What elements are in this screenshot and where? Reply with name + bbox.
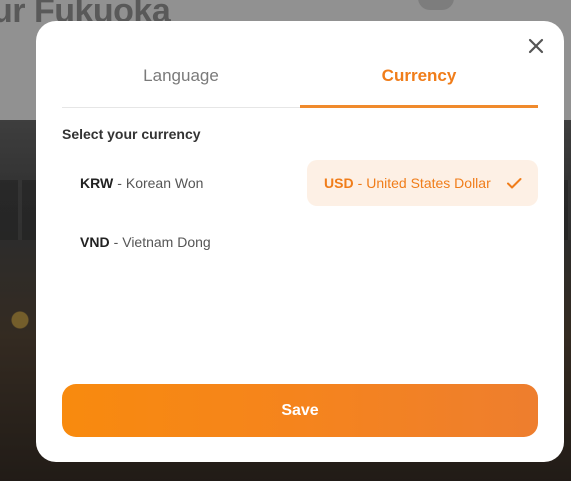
settings-tabs: Language Currency <box>62 55 538 108</box>
close-button[interactable] <box>525 35 547 57</box>
tab-currency[interactable]: Currency <box>300 55 538 108</box>
currency-name: United States Dollar <box>366 175 491 191</box>
check-icon <box>507 178 522 189</box>
save-button[interactable]: Save <box>62 384 538 437</box>
currency-name: Vietnam Dong <box>122 234 211 250</box>
close-icon <box>528 38 544 54</box>
currency-option-vnd[interactable]: VND - Vietnam Dong <box>68 219 288 265</box>
currency-option-krw[interactable]: KRW - Korean Won <box>68 160 288 206</box>
currency-separator: - <box>117 175 122 191</box>
currency-code: KRW <box>80 175 114 191</box>
currency-code: USD <box>324 175 354 191</box>
tab-language[interactable]: Language <box>62 55 300 107</box>
currency-option-usd[interactable]: USD - United States Dollar <box>307 160 538 206</box>
currency-name: Korean Won <box>125 175 204 191</box>
section-label: Select your currency <box>62 126 201 142</box>
currency-settings-modal: Language Currency Select your currency K… <box>36 21 564 462</box>
currency-code: VND <box>80 234 110 250</box>
currency-separator: - <box>113 234 119 250</box>
currency-separator: - <box>357 175 363 191</box>
